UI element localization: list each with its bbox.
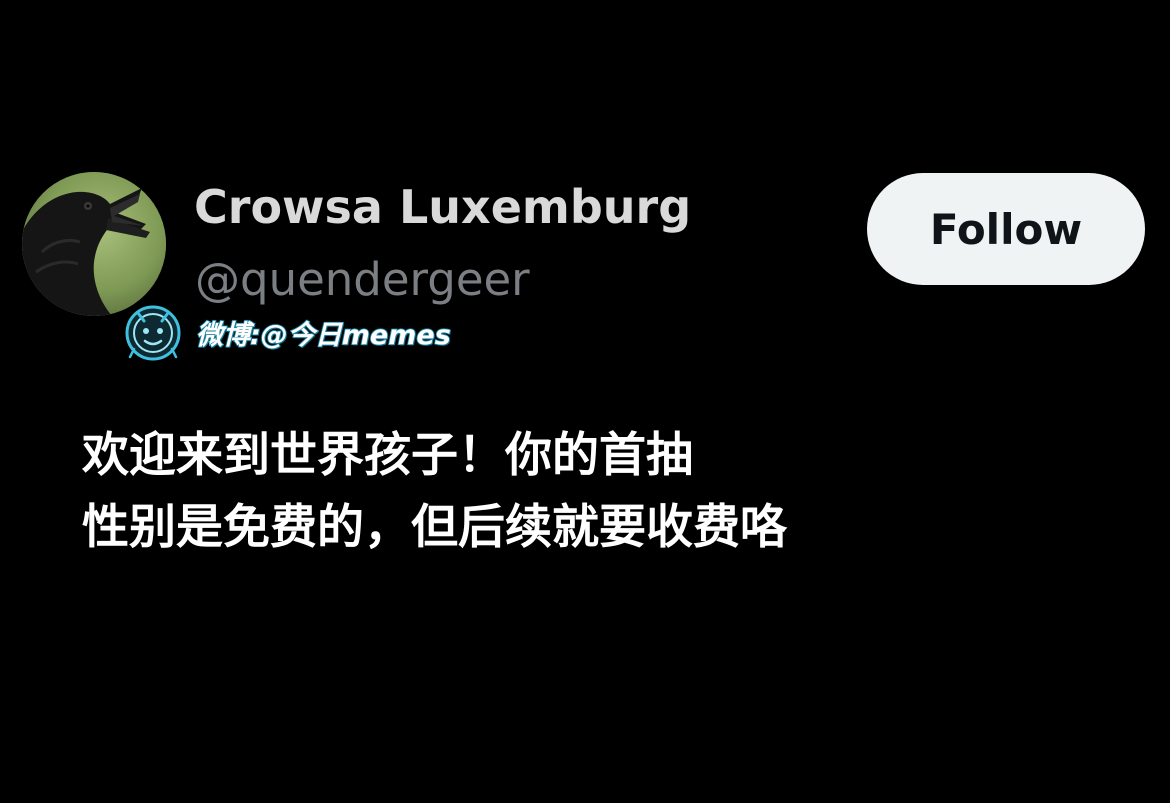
post-line: 性别是免费的，但后续就要收费咯 [82,500,787,555]
crow-avatar-icon [22,172,166,316]
display-name[interactable]: Crowsa Luxemburg [194,180,691,234]
post-text: 欢迎来到世界孩子！你的首抽 性别是免费的，但后续就要收费咯 [82,420,1142,564]
follow-button[interactable]: Follow [867,173,1145,285]
weibo-mascot-icon [125,305,181,361]
avatar[interactable] [22,172,166,316]
watermark-text: 微博:@今日memes [195,319,451,352]
watermark: 微博:@今日memes [120,297,452,367]
post-line: 欢迎来到世界孩子！你的首抽 [82,428,693,483]
